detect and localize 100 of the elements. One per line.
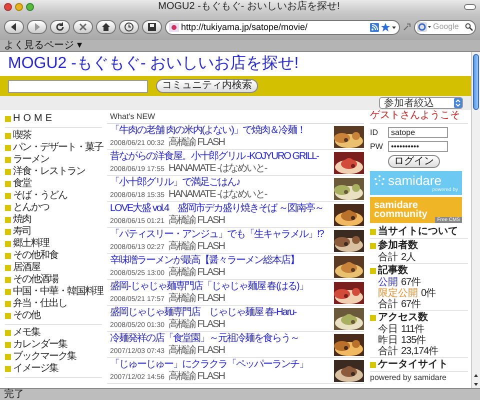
sidebar-link[interactable]: 食堂 xyxy=(13,178,31,190)
home-icon xyxy=(101,22,111,32)
stats-value: 67件 xyxy=(401,277,421,288)
sidebar-link[interactable]: その他 xyxy=(13,310,40,322)
sidebar-link[interactable]: ブックマーク集 xyxy=(13,351,76,363)
square-bullet-icon xyxy=(5,354,11,360)
sidebar-link[interactable]: 喫茶 xyxy=(13,130,31,142)
search-engine-icon xyxy=(417,22,431,32)
stats-value: 67件 xyxy=(401,299,421,310)
article-link[interactable]: 盛岡-じゃじゃ麺専門店「じゃじゃ麺屋 春(はる)」 xyxy=(110,280,331,292)
scroll-up-icon xyxy=(472,372,480,380)
square-bullet-icon xyxy=(5,289,11,295)
bookmarks-menu[interactable]: よく見るページ ▾ xyxy=(4,40,82,51)
stats-heading: 当サイトについて xyxy=(378,226,458,238)
article-link[interactable]: 「小十郎グリル」で満足ごはん♪ xyxy=(110,176,331,188)
site-title: MOGU2 -もぐもぐ- おいしいお店を探せ! xyxy=(7,54,300,74)
square-bullet-icon xyxy=(5,217,11,223)
sidebar-link[interactable]: そば・うどん xyxy=(13,190,67,202)
sidebar-link[interactable]: パン・デザート・菓子 xyxy=(13,142,103,154)
search-input[interactable] xyxy=(8,80,148,92)
sidebar-link[interactable]: イメージ集 xyxy=(13,363,58,375)
sidebar-link[interactable]: ラーメン xyxy=(13,154,49,166)
article-author: 高橋諭 FLASH xyxy=(168,344,225,356)
banner-logo-text: samidare xyxy=(388,174,442,186)
article-author: HANAMATE -はなめいと- xyxy=(168,162,267,174)
sidebar-link[interactable]: 洋食・レストラン xyxy=(13,166,85,178)
zoom-button[interactable] xyxy=(26,3,34,11)
sidebar-link[interactable]: HOME xyxy=(13,113,55,125)
article-author: 高橋諭 FLASH xyxy=(168,214,225,226)
search-placeholder: Google xyxy=(433,22,460,32)
window-title: MOGU2 -もぐもぐ- おいしいお店を探せ! xyxy=(157,1,341,13)
minimize-button[interactable] xyxy=(15,3,23,11)
article-link[interactable]: 冷麺発祥の店「食堂園」～元祖冷麺を食らう～ xyxy=(110,332,331,344)
filter-select[interactable]: 参加者絞込 xyxy=(379,97,463,109)
id-label: ID xyxy=(370,126,379,138)
community-search-button[interactable]: コミュニティ内検索 xyxy=(156,79,258,93)
article-link[interactable]: 辛味噌ラーメンが最高【醤々ラーメン総本店】 xyxy=(110,254,331,266)
stats-label: 限定公開 xyxy=(378,288,418,299)
stats-label: 合計 xyxy=(378,252,398,263)
status-text: 完了 xyxy=(0,388,480,400)
rss-icon xyxy=(370,22,379,32)
stop-icon xyxy=(78,22,88,32)
powered-by-text: powered by samidare xyxy=(370,372,448,383)
sidebar-link[interactable]: カレンダー集 xyxy=(13,339,67,351)
close-button[interactable] xyxy=(4,3,12,11)
article-link[interactable]: 昔ながらの洋食屋。小十郎グリル -KOJYURO GRILL- xyxy=(110,150,331,162)
square-bullet-icon xyxy=(5,342,11,348)
stats-label: 昨日 xyxy=(378,335,398,346)
resize-icon xyxy=(403,23,411,31)
sidebar-link[interactable]: 居酒屋 xyxy=(13,262,40,274)
password-field[interactable]: •••••••••• xyxy=(388,141,448,152)
article-author: 高橋諭 FLASH xyxy=(168,136,225,148)
address-field[interactable]: http://tukiyama.jp/satope/movie/ xyxy=(165,20,400,34)
sidebar-link[interactable]: とんかつ xyxy=(13,202,49,214)
back-button[interactable] xyxy=(4,20,24,34)
article-link[interactable]: 「牛肉の老舗 肉の米内(よない)」で焼肉＆冷麺！ xyxy=(110,124,331,136)
sidebar-link[interactable]: 寿司 xyxy=(13,226,31,238)
stats-heading: 参加者数 xyxy=(378,240,418,252)
sidebar-link[interactable]: 焼肉 xyxy=(13,214,31,226)
sidebar-link[interactable]: メモ集 xyxy=(13,327,40,339)
article-link[interactable]: LOVE大盛 vol.4 盛岡市デカ盛り焼きそば ～図南亭～ xyxy=(110,202,331,214)
history-button[interactable] xyxy=(119,20,139,34)
stats-heading: 記事数 xyxy=(378,265,408,277)
square-bullet-icon xyxy=(5,313,11,319)
reload-icon xyxy=(55,22,65,32)
dots-ring-icon xyxy=(374,174,385,186)
square-bullet-icon xyxy=(5,169,11,175)
search-icon xyxy=(465,23,473,31)
banner-logo-text: samidare community xyxy=(374,201,428,219)
save-button[interactable] xyxy=(142,20,162,34)
article-author: 高橋諭 FLASH xyxy=(168,318,225,330)
forward-arrow-icon xyxy=(32,22,42,32)
stats-label: 公開 xyxy=(378,277,398,288)
select-arrows-icon xyxy=(454,98,462,108)
sidebar-link[interactable]: その他和食 xyxy=(13,250,58,262)
square-bullet-icon xyxy=(5,277,11,283)
home-button[interactable] xyxy=(96,20,116,34)
stop-button[interactable] xyxy=(73,20,93,34)
password-label: PW xyxy=(370,140,384,152)
sidebar-link[interactable]: その他酒場 xyxy=(13,274,58,286)
square-bullet-icon xyxy=(5,253,11,259)
stats-value: 135件 xyxy=(401,335,426,346)
stats-value: 0件 xyxy=(421,288,436,299)
toolbar-toggle-button[interactable] xyxy=(464,4,476,10)
sidebar-link[interactable]: 弁当・仕出し xyxy=(13,298,67,310)
login-button[interactable]: ログイン xyxy=(388,155,440,168)
square-bullet-icon xyxy=(370,229,376,235)
scrollbar-thumb[interactable] xyxy=(473,54,479,110)
article-author: HANAMATE -はなめいと- xyxy=(168,188,267,200)
square-bullet-icon xyxy=(370,268,376,274)
square-bullet-icon xyxy=(5,181,11,187)
square-bullet-icon xyxy=(5,145,11,151)
sidebar-link[interactable]: 中国・中華・韓国料理 xyxy=(13,286,103,298)
reload-button[interactable] xyxy=(50,20,70,34)
id-field[interactable]: satope xyxy=(388,127,448,138)
sidebar-link[interactable]: 郷土料理 xyxy=(13,238,49,250)
article-link[interactable]: 「じゅーじゅー」にクラクラ「ペッパーランチ」 xyxy=(110,358,331,370)
forward-button[interactable] xyxy=(27,20,47,34)
article-link[interactable]: 盛岡じゃじゃ麺専門店 じゃじゃ麺屋 春-Haru- xyxy=(110,306,331,318)
article-link[interactable]: 「パティスリー・アンジュ」でも「生キャラメル」!? xyxy=(110,228,331,240)
